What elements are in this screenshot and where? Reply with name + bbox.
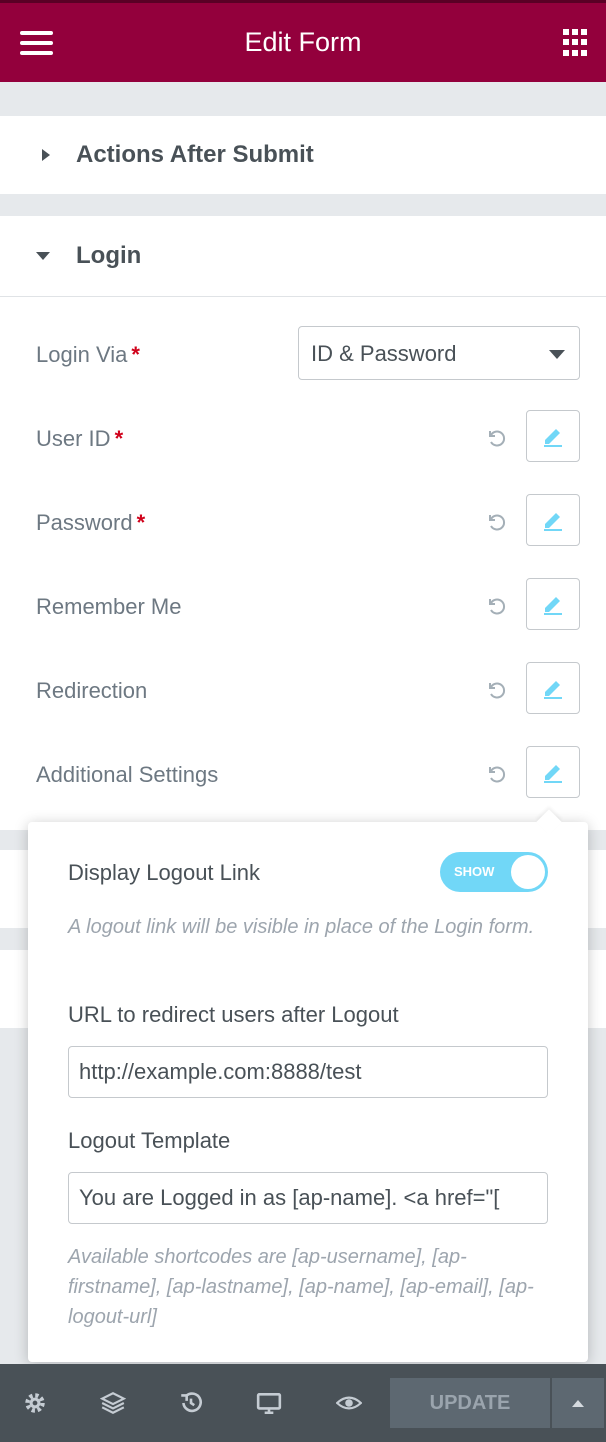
section-actions-after-submit[interactable]: Actions After Submit bbox=[0, 116, 606, 194]
login-via-select[interactable]: ID & Password bbox=[298, 326, 580, 380]
pencil-icon bbox=[544, 597, 562, 615]
hamburger-menu-icon[interactable] bbox=[20, 31, 53, 57]
reset-icon[interactable] bbox=[484, 762, 508, 786]
required-mark: * bbox=[114, 426, 124, 451]
redirection-row: Redirection bbox=[0, 660, 606, 720]
reset-icon[interactable] bbox=[484, 678, 508, 702]
select-value: ID & Password bbox=[311, 341, 457, 366]
caret-down-icon bbox=[549, 350, 565, 359]
display-logout-toggle[interactable]: SHOW bbox=[440, 852, 548, 892]
additional-settings-popover: Display Logout Link SHOW A logout link w… bbox=[28, 809, 588, 1362]
field-label: User ID * bbox=[36, 426, 124, 451]
reset-icon[interactable] bbox=[484, 594, 508, 618]
field-label: Remember Me bbox=[36, 594, 182, 619]
required-mark: * bbox=[131, 342, 140, 367]
page-title: Edit Form bbox=[244, 27, 362, 57]
update-button[interactable]: UPDATE bbox=[390, 1378, 550, 1428]
gear-icon[interactable] bbox=[22, 1390, 48, 1416]
password-row: Password * bbox=[0, 492, 606, 552]
edit-button[interactable] bbox=[526, 746, 580, 798]
edit-button[interactable] bbox=[526, 410, 580, 462]
pencil-icon bbox=[544, 429, 562, 447]
section-title: Actions After Submit bbox=[76, 141, 314, 168]
section-login[interactable]: Login bbox=[0, 216, 606, 296]
toggle-knob bbox=[511, 855, 545, 889]
field-label: Login Via * bbox=[36, 342, 140, 367]
pencil-icon bbox=[544, 765, 562, 783]
edit-button[interactable] bbox=[526, 494, 580, 546]
additional-settings-row: Additional Settings bbox=[0, 744, 606, 804]
edit-button[interactable] bbox=[526, 578, 580, 630]
reset-icon[interactable] bbox=[484, 426, 508, 450]
toggle-text: SHOW bbox=[454, 864, 495, 879]
user-id-row: User ID * bbox=[0, 408, 606, 468]
edit-button[interactable] bbox=[526, 662, 580, 714]
section-title: Login bbox=[76, 242, 142, 269]
field-label: Password * bbox=[36, 510, 146, 535]
field-label: Redirection bbox=[36, 678, 148, 703]
layers-icon[interactable] bbox=[100, 1390, 126, 1416]
caret-down-icon bbox=[36, 252, 50, 260]
field-label: Additional Settings bbox=[36, 762, 219, 787]
eye-icon[interactable] bbox=[336, 1390, 362, 1416]
redirect-label: URL to redirect users after Logout bbox=[68, 1002, 399, 1027]
caret-right-icon bbox=[42, 149, 50, 161]
history-icon[interactable] bbox=[178, 1390, 204, 1416]
bottom-toolbar: UPDATE bbox=[0, 1364, 606, 1442]
logout-template-input[interactable] bbox=[68, 1172, 548, 1224]
pencil-icon bbox=[544, 681, 562, 699]
apps-grid-icon[interactable] bbox=[563, 29, 591, 57]
required-mark: * bbox=[136, 510, 146, 535]
redirect-url-input[interactable] bbox=[68, 1046, 548, 1098]
remember-me-row: Remember Me bbox=[0, 576, 606, 636]
top-bar: Edit Form bbox=[0, 0, 606, 82]
desktop-icon[interactable] bbox=[256, 1390, 282, 1416]
pencil-icon bbox=[544, 513, 562, 531]
display-logout-label: Display Logout Link bbox=[68, 860, 261, 885]
update-options-button[interactable] bbox=[552, 1378, 604, 1428]
display-logout-note: A logout link will be visible in place o… bbox=[68, 916, 535, 938]
logout-template-label: Logout Template bbox=[68, 1128, 231, 1153]
shortcodes-note: Available shortcodes are [ap-username], … bbox=[68, 1246, 534, 1328]
caret-up-icon bbox=[572, 1399, 584, 1407]
reset-icon[interactable] bbox=[484, 510, 508, 534]
